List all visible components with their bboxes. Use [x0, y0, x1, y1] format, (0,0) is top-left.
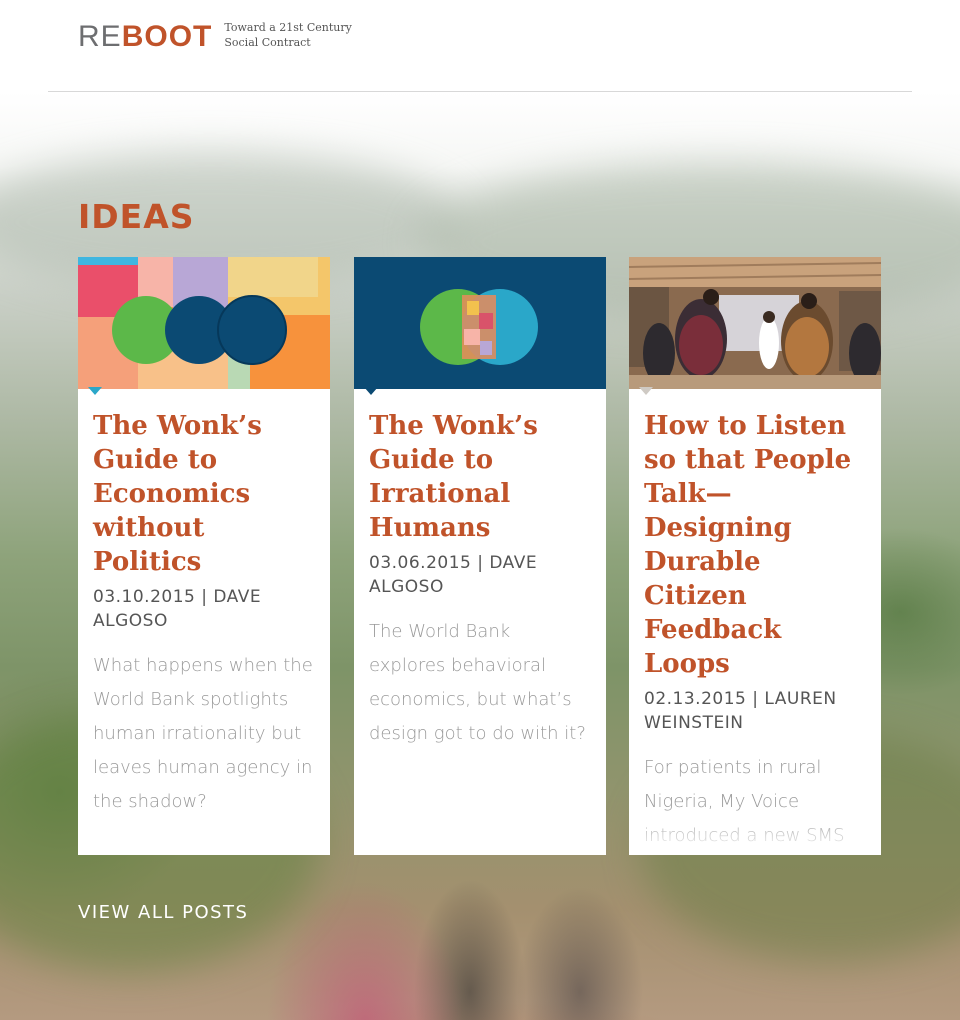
post-title[interactable]: How to Listen so that People Talk—Design… — [644, 409, 866, 681]
card-notch — [88, 387, 102, 395]
view-all-posts-link[interactable]: VIEW ALL POSTS — [78, 902, 248, 923]
post-card[interactable]: The Wonk’s Guide to Irrational Humans 03… — [354, 257, 606, 855]
post-title[interactable]: The Wonk’s Guide to Irrational Humans — [369, 409, 591, 545]
post-card[interactable]: The Wonk’s Guide to Economics without Po… — [78, 257, 330, 855]
post-title[interactable]: The Wonk’s Guide to Economics without Po… — [93, 409, 315, 579]
logo-tagline: Toward a 21st Century Social Contract — [224, 20, 351, 50]
post-meta: 03.10.2015 | DAVE ALGOSO — [93, 585, 315, 633]
meta-separator: | — [195, 587, 214, 607]
meta-separator: | — [746, 689, 765, 709]
post-excerpt: The World Bank explores behavioral econo… — [369, 621, 586, 744]
logo-re: RE — [78, 20, 122, 53]
post-meta: 03.06.2015 | DAVE ALGOSO — [369, 551, 591, 599]
tagline-line2: Social Contract — [224, 36, 311, 49]
logo-wordmark: REBOOT — [78, 22, 212, 52]
post-card[interactable]: How to Listen so that People Talk—Design… — [629, 257, 881, 855]
section-title: IDEAS — [78, 197, 195, 236]
tagline-line1: Toward a 21st Century — [224, 21, 352, 34]
reboot-logo[interactable]: REBOOT Toward a 21st Century Social Cont… — [78, 20, 352, 52]
post-date: 03.06.2015 — [369, 553, 472, 573]
post-date: 02.13.2015 — [644, 689, 747, 709]
card-notch — [364, 387, 378, 395]
post-meta: 02.13.2015 | LAUREN WEINSTEIN — [644, 687, 866, 735]
post-excerpt: What happens when the World Bank spotlig… — [93, 655, 313, 812]
community-meeting-photo-icon[interactable] — [629, 257, 881, 389]
excerpt-fade-overlay — [629, 815, 881, 855]
venn-circles-illustration-icon[interactable] — [354, 257, 606, 389]
meta-separator: | — [471, 553, 490, 573]
speech-bubbles-illustration-icon[interactable] — [78, 257, 330, 389]
site-header: REBOOT Toward a 21st Century Social Cont… — [48, 0, 912, 92]
card-notch — [639, 387, 653, 395]
logo-boot: BOOT — [121, 20, 213, 53]
post-date: 03.10.2015 — [93, 587, 196, 607]
